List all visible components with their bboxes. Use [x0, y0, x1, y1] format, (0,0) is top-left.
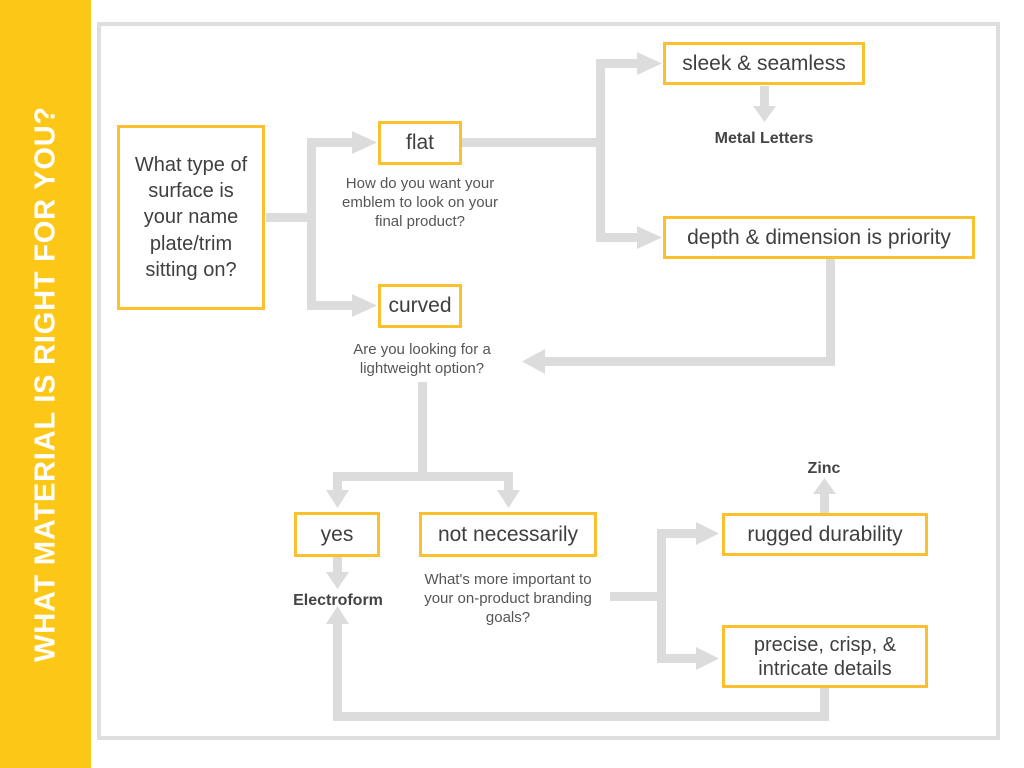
- connector-flat-stem: [462, 138, 604, 147]
- arrowhead-to-yes: [326, 490, 349, 508]
- caption-curved-question: Are you looking for a lightweight option…: [353, 341, 491, 378]
- arrowhead-to-rugged: [696, 522, 719, 545]
- connector-rugged-to-zinc-line: [820, 491, 829, 513]
- connector-precise-up: [333, 620, 342, 716]
- outcome-electroform: Electroform: [293, 592, 383, 609]
- arrowhead-to-zinc: [813, 478, 836, 494]
- arrowhead-to-curved: [352, 294, 377, 317]
- connector-start-split-vertical: [307, 138, 316, 310]
- flowchart-page: WHAT MATERIAL IS RIGHT FOR YOU? What typ…: [0, 0, 1024, 768]
- connector-lightweight-stem: [418, 382, 427, 476]
- caption-flat-question: How do you want your emblem to look on y…: [342, 175, 498, 231]
- connector-lightweight-split-horizontal: [333, 472, 513, 481]
- connector-to-rugged-line: [657, 529, 699, 538]
- connector-flat-split-vertical: [596, 59, 605, 242]
- caption-branding-question: What's more important to your on-product…: [424, 571, 592, 627]
- arrowhead-to-sleek: [637, 52, 662, 75]
- connector-to-yes-line: [333, 472, 342, 492]
- connector-precise-left: [333, 712, 829, 721]
- connector-to-depth-line: [596, 233, 640, 242]
- node-precise-intricate[interactable]: precise, crisp, & intricate details: [722, 625, 928, 688]
- connector-to-curved-line: [307, 301, 355, 310]
- node-start-question[interactable]: What type of surface is your name plate/…: [117, 125, 265, 310]
- arrowhead-to-electroform-top: [326, 572, 349, 589]
- arrowhead-to-metal-letters: [753, 106, 776, 122]
- node-sleek-seamless[interactable]: sleek & seamless: [663, 42, 865, 85]
- node-curved[interactable]: curved: [378, 284, 462, 328]
- connector-depth-left: [545, 357, 835, 366]
- arrowhead-to-lightweight-question: [522, 349, 545, 374]
- arrowhead-to-flat: [352, 131, 377, 154]
- arrowhead-to-not-necessarily: [497, 490, 520, 508]
- connector-to-not-necessarily-line: [504, 472, 513, 492]
- connector-to-sleek-line: [596, 59, 640, 68]
- connector-yes-to-electroform-line: [333, 557, 342, 574]
- arrowhead-to-depth: [637, 226, 662, 249]
- outcome-zinc: Zinc: [807, 460, 841, 477]
- node-yes[interactable]: yes: [294, 512, 380, 557]
- arrowhead-to-precise: [696, 647, 719, 670]
- node-flat[interactable]: flat: [378, 121, 462, 165]
- node-depth-dimension[interactable]: depth & dimension is priority: [663, 216, 975, 259]
- connector-to-precise-line: [657, 654, 699, 663]
- connector-to-flat-line: [307, 138, 355, 147]
- outcome-metal-letters: Metal Letters: [714, 130, 814, 147]
- connector-depth-down: [826, 259, 835, 361]
- connector-sleek-to-metal-letters-line: [760, 86, 769, 108]
- node-rugged-durability[interactable]: rugged durability: [722, 513, 928, 556]
- node-not-necessarily[interactable]: not necessarily: [419, 512, 597, 557]
- connector-branding-split-vertical: [657, 529, 666, 663]
